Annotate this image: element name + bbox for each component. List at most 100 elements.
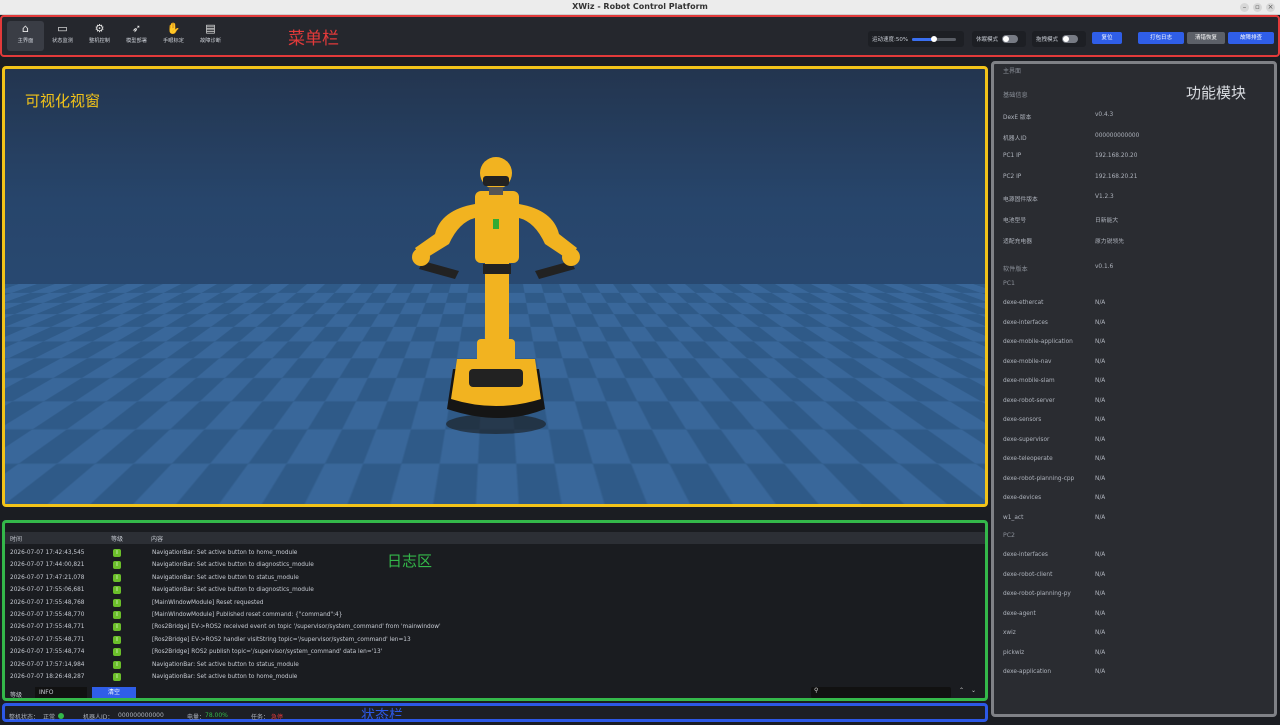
log-row[interactable]: 2026-07-07 17:55:48,768 I [MainWindowModul… <box>5 598 985 610</box>
log-row[interactable]: 2026-07-07 17:42:43,545 I NavigationBar: S… <box>5 548 985 560</box>
info-key: dexe-mobile-nav <box>1003 358 1052 365</box>
robot-id-value: 000000000000 <box>118 712 164 719</box>
clear-error-button[interactable]: 清错恢复 <box>1187 32 1225 44</box>
nav-label: 状态监测 <box>52 38 73 44</box>
drag-mode-control[interactable]: 拖拽模式 <box>1032 31 1086 47</box>
info-value: N/A <box>1095 358 1106 365</box>
sleep-mode-control[interactable]: 休眠模式 <box>972 31 1026 47</box>
log-row[interactable]: 2026-07-07 17:55:48,770 I [MainWindowModul… <box>5 610 985 622</box>
drag-mode-label: 拖拽模式 <box>1036 37 1059 43</box>
info-row: dexe-application N/A <box>1003 669 1263 679</box>
info-row: PC2 IP 192.168.20.21 <box>1003 174 1263 184</box>
info-key: dexe-ethercat <box>1003 300 1044 307</box>
info-row: xwiz N/A <box>1003 630 1263 640</box>
panel-section-title: 基础信息 <box>1003 92 1028 99</box>
sleep-mode-toggle[interactable] <box>1002 35 1019 43</box>
log-time: 2026-07-07 17:55:48,770 <box>10 612 85 618</box>
info-key: dexe-agent <box>1003 610 1036 617</box>
info-value: N/A <box>1095 514 1106 521</box>
log-row[interactable]: 2026-07-07 17:55:48,771 I [Ros2Bridge] EV-… <box>5 635 985 647</box>
nav-label: 主界面 <box>17 38 34 44</box>
log-time: 2026-07-07 17:42:43,545 <box>10 550 85 556</box>
chevron-down-icon[interactable]: ⌄ <box>971 687 976 694</box>
speed-slider[interactable] <box>912 35 957 42</box>
task-label: 任务： <box>251 714 270 721</box>
log-level-label: 等级 <box>10 692 23 699</box>
speed-control[interactable]: 运动速度:50% <box>868 31 964 47</box>
info-row: dexe-mobile-application N/A <box>1003 339 1263 349</box>
maximize-icon[interactable]: ▫ <box>1253 3 1262 12</box>
info-key: PC1 IP <box>1003 153 1022 160</box>
info-value: N/A <box>1095 495 1106 502</box>
info-row: dexe-agent N/A <box>1003 611 1263 621</box>
search-icon: ⚲ <box>814 687 819 694</box>
log-row[interactable]: 2026-07-07 17:57:14,984 I NavigationBar: S… <box>5 660 985 672</box>
info-key: dexe-robot-planning-cpp <box>1003 475 1075 482</box>
monitor-icon: ▭ <box>57 22 68 35</box>
3d-viewport[interactable]: 可视化视窗 <box>2 66 988 507</box>
minimize-icon[interactable]: – <box>1240 3 1249 12</box>
fault-check-button[interactable]: 故障排查 <box>1228 32 1274 44</box>
info-value: N/A <box>1095 397 1106 404</box>
speed-label: 运动速度:50% <box>872 37 909 43</box>
log-row[interactable]: 2026-07-07 17:47:21,078 I NavigationBar: S… <box>5 573 985 585</box>
log-search-input[interactable]: ⚲ <box>811 687 951 698</box>
info-row: DexE 版本 v0.4.3 <box>1003 112 1263 122</box>
log-row[interactable]: 2026-07-07 18:26:48,287 I NavigationBar: S… <box>5 672 985 684</box>
chevron-up-icon[interactable]: ⌃ <box>959 687 964 694</box>
log-level-select[interactable]: INFO <box>35 687 87 698</box>
pack-log-button[interactable]: 打包日志 <box>1138 32 1184 44</box>
drag-mode-toggle[interactable] <box>1062 35 1079 43</box>
log-message: [Ros2Bridge] EV->ROS2 handler visitStrin… <box>152 636 411 643</box>
nav-button-3[interactable]: ➶ 模型部署 <box>118 21 155 51</box>
nav-label: 故障诊断 <box>200 38 221 44</box>
log-clear-button[interactable]: 清空 <box>92 687 136 698</box>
log-message: [Ros2Bridge] EV->ROS2 received event on … <box>152 624 441 631</box>
info-key: dexe-sensors <box>1003 417 1042 424</box>
nav-button-1[interactable]: ▭ 状态监测 <box>44 21 81 51</box>
info-key: dexe-robot-planning-py <box>1003 591 1071 598</box>
info-key: dexe-robot-client <box>1003 571 1053 578</box>
info-value: N/A <box>1095 630 1106 637</box>
info-row: 电源固件版本 V1.2.3 <box>1003 194 1263 204</box>
nav-button-4[interactable]: ✋ 手眼标定 <box>155 21 192 51</box>
log-row[interactable]: 2026-07-07 17:55:48,774 I [Ros2Bridge] ROS… <box>5 647 985 659</box>
info-value: N/A <box>1095 610 1106 617</box>
nav-label: 模型部署 <box>126 38 147 44</box>
info-row: dexe-mobile-slam N/A <box>1003 378 1263 388</box>
status-ok-dot <box>58 713 64 719</box>
log-message: [MainWindowModule] Published reset comma… <box>152 612 343 618</box>
info-row: dexe-robot-planning-cpp N/A <box>1003 476 1263 486</box>
log-row[interactable]: 2026-07-07 17:44:00,821 I NavigationBar: S… <box>5 560 985 572</box>
log-row[interactable]: 2026-07-07 17:55:06,681 I NavigationBar: S… <box>5 585 985 597</box>
nav-button-0[interactable]: ⌂ 主界面 <box>7 21 44 51</box>
log-time: 2026-07-07 17:55:06,681 <box>10 587 85 594</box>
info-row: dexe-interfaces N/A <box>1003 552 1263 562</box>
machine-status-value: 正常 <box>43 714 56 721</box>
log-message: NavigationBar: Set active button to home… <box>152 674 298 680</box>
log-row[interactable]: 2026-07-07 17:55:48,771 I [Ros2Bridge] EV-… <box>5 622 985 634</box>
log-time: 2026-07-07 17:55:48,768 <box>10 599 85 606</box>
info-key: dexe-mobile-slam <box>1003 378 1055 385</box>
close-icon[interactable]: × <box>1266 3 1275 12</box>
home-icon: ⌂ <box>22 22 29 35</box>
window-titlebar: XWiz - Robot Control Platform – ▫ × <box>0 0 1280 15</box>
panel-section-title: PC1 <box>1003 280 1015 288</box>
log-message: NavigationBar: Set active button to stat… <box>152 661 299 668</box>
info-key: DexE 版本 <box>1003 115 1032 121</box>
info-value: N/A <box>1095 417 1106 424</box>
log-level-badge: I <box>113 673 121 681</box>
log-level-badge: I <box>113 549 121 557</box>
info-value: N/A <box>1095 300 1106 307</box>
info-key: dexe-robot-server <box>1003 397 1055 404</box>
nav-button-2[interactable]: ⚙ 整机控制 <box>81 21 118 51</box>
log-time: 2026-07-07 17:57:14,984 <box>10 661 85 668</box>
info-value: N/A <box>1095 571 1106 578</box>
status-bar: 整机状态： 正常 机器人ID： 000000000000 电量： 78.00% … <box>2 703 988 724</box>
log-panel: 时间 等级 内容 日志区 等级 INFO 清空 ⚲ ⌃ ⌄ 2026-07-07… <box>2 520 988 701</box>
info-value: N/A <box>1095 436 1106 443</box>
log-message: NavigationBar: Set active button to home… <box>152 550 298 556</box>
nav-button-5[interactable]: ▤ 故障诊断 <box>192 21 229 51</box>
reset-button[interactable]: 复位 <box>1092 32 1122 44</box>
info-key: PC2 IP <box>1003 173 1022 180</box>
